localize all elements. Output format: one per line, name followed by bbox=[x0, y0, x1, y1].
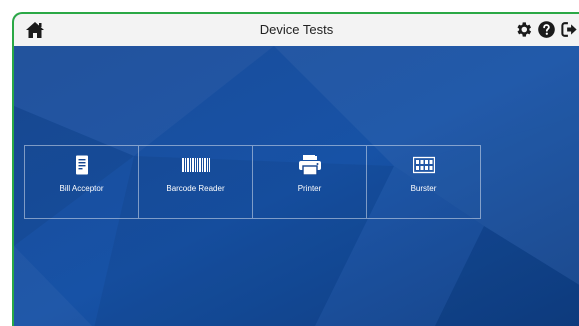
help-icon[interactable] bbox=[537, 20, 556, 39]
page-title: Device Tests bbox=[259, 22, 334, 37]
logout-icon[interactable] bbox=[560, 20, 579, 39]
bill-acceptor-tile[interactable]: Bill Acceptor bbox=[25, 146, 139, 218]
barcode-reader-tile[interactable]: Barcode Reader bbox=[139, 146, 253, 218]
printer-label: Printer bbox=[297, 184, 322, 193]
home-icon[interactable] bbox=[24, 19, 46, 41]
barcode-reader-label: Barcode Reader bbox=[166, 184, 225, 193]
printer-icon bbox=[298, 155, 322, 176]
header-actions bbox=[514, 20, 579, 39]
top-bar: Device Tests bbox=[14, 14, 579, 47]
app-window: Device Tests Bill Acceptor Barcode Reade… bbox=[12, 12, 579, 326]
burster-label: Burster bbox=[410, 184, 437, 193]
burster-tile[interactable]: Burster bbox=[367, 146, 481, 218]
bill-acceptor-label: Bill Acceptor bbox=[59, 184, 104, 193]
burster-icon bbox=[412, 155, 435, 175]
bill-acceptor-icon bbox=[75, 155, 89, 175]
settings-gear-icon[interactable] bbox=[514, 20, 533, 39]
device-tiles: Bill Acceptor Barcode Reader Printer Bur… bbox=[24, 145, 481, 219]
barcode-icon bbox=[181, 155, 210, 175]
printer-tile[interactable]: Printer bbox=[253, 146, 367, 218]
